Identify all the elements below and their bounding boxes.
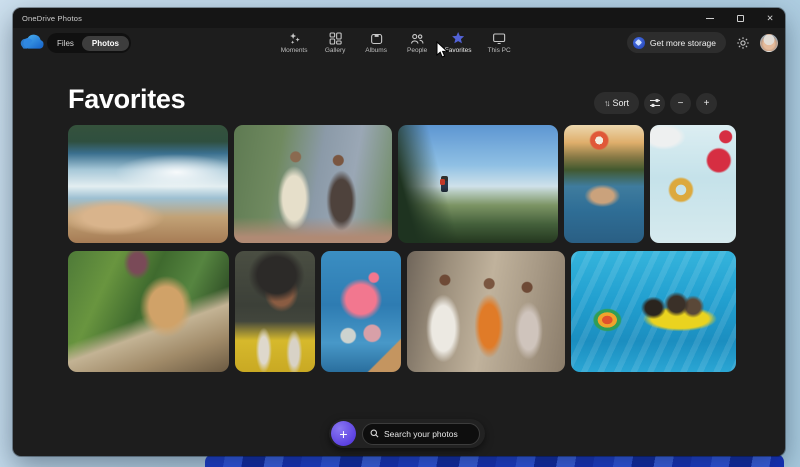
photo-thumbnail[interactable] xyxy=(68,125,228,243)
photo-thumbnail[interactable] xyxy=(571,251,736,372)
onedrive-logo-icon xyxy=(19,33,44,50)
photo-thumbnail[interactable] xyxy=(564,125,644,243)
album-icon xyxy=(370,31,383,45)
get-more-storage-label: Get more storage xyxy=(650,38,716,48)
sort-button[interactable]: ↑↓ Sort xyxy=(594,92,639,114)
nav-label: Gallery xyxy=(325,47,346,54)
nav-item-gallery[interactable]: Gallery xyxy=(319,31,351,54)
get-more-storage-button[interactable]: Get more storage xyxy=(627,32,726,53)
search-icon xyxy=(370,429,379,438)
sparkles-icon xyxy=(288,31,301,45)
close-button[interactable]: ✕ xyxy=(755,8,785,28)
minimize-button[interactable] xyxy=(695,8,725,28)
settings-gear-icon[interactable] xyxy=(735,35,751,51)
maximize-icon xyxy=(737,15,744,22)
toggle-files[interactable]: Files xyxy=(49,36,82,51)
nav-item-moments[interactable]: Moments xyxy=(278,31,310,54)
minimize-icon xyxy=(706,18,714,19)
add-button[interactable]: + xyxy=(331,421,356,446)
photo-thumbnail[interactable] xyxy=(407,251,565,372)
nav-item-this-pc[interactable]: This PC xyxy=(483,31,515,54)
photo-thumbnail[interactable] xyxy=(68,251,229,372)
search-placeholder: Search your photos xyxy=(384,429,458,439)
nav-label: This PC xyxy=(488,47,511,54)
search-bar: + Search your photos xyxy=(329,419,485,448)
view-toggle: Files Photos xyxy=(47,33,131,53)
photo-grid xyxy=(68,125,736,380)
sort-label: Sort xyxy=(612,98,629,108)
filter-button[interactable] xyxy=(644,93,665,114)
page-title: Favorites xyxy=(68,84,185,115)
photo-thumbnail[interactable] xyxy=(234,125,392,243)
nav-label: People xyxy=(407,47,427,54)
top-navigation: Moments Gallery xyxy=(278,31,515,54)
nav-item-people[interactable]: People xyxy=(401,31,433,54)
nav-label: Albums xyxy=(365,47,387,54)
app-window: OneDrive Photos ✕ Files Photos xyxy=(13,8,785,456)
photo-thumbnail[interactable] xyxy=(321,251,401,372)
star-icon xyxy=(451,31,465,45)
titlebar[interactable]: OneDrive Photos ✕ xyxy=(13,8,785,28)
account-avatar[interactable] xyxy=(760,34,778,52)
grid-toolbar: ↑↓ Sort − + xyxy=(594,92,717,114)
grid-icon xyxy=(329,31,342,45)
premium-diamond-icon xyxy=(633,37,645,49)
people-icon xyxy=(410,31,424,45)
search-input[interactable]: Search your photos xyxy=(362,423,480,445)
mouse-cursor xyxy=(436,41,449,59)
photo-thumbnail[interactable] xyxy=(235,251,315,372)
window-title: OneDrive Photos xyxy=(22,14,82,23)
nav-item-albums[interactable]: Albums xyxy=(360,31,392,54)
sort-arrows-icon: ↑↓ xyxy=(604,98,609,108)
zoom-out-button[interactable]: − xyxy=(670,93,691,114)
app-header: Files Photos Moments xyxy=(13,30,785,62)
filter-sliders-icon xyxy=(650,99,660,107)
photo-thumbnail[interactable] xyxy=(398,125,558,243)
close-icon: ✕ xyxy=(766,14,773,23)
monitor-icon xyxy=(492,31,506,45)
hiker-figure xyxy=(441,176,448,192)
nav-label: Moments xyxy=(281,47,308,54)
toggle-photos[interactable]: Photos xyxy=(82,36,129,51)
maximize-button[interactable] xyxy=(725,8,755,28)
zoom-in-button[interactable]: + xyxy=(696,93,717,114)
photo-thumbnail[interactable] xyxy=(650,125,736,243)
